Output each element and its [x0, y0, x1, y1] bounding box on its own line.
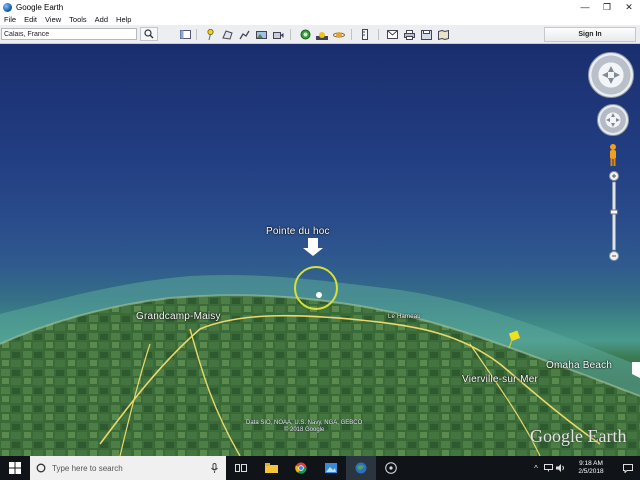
- menu-view[interactable]: View: [41, 15, 65, 24]
- polygon-icon: [221, 29, 233, 40]
- chrome-icon: [295, 462, 307, 474]
- cortana-icon: [36, 463, 46, 473]
- label-le-hameau[interactable]: Le Hameau: [388, 314, 421, 320]
- image-overlay-icon: [255, 30, 267, 39]
- image-overlay-button[interactable]: [254, 28, 268, 41]
- search-input[interactable]: [1, 28, 137, 40]
- show-hidden-icons-button[interactable]: ^: [530, 464, 542, 473]
- label-omaha-beach[interactable]: Omaha Beach: [546, 360, 612, 371]
- menu-tools[interactable]: Tools: [65, 15, 91, 24]
- print-button[interactable]: [402, 28, 416, 41]
- file-explorer-button[interactable]: [256, 456, 286, 480]
- sun-icon: [316, 31, 328, 40]
- print-icon: [403, 29, 415, 40]
- notification-icon: [623, 463, 633, 473]
- google-earth-logo: Google Earth: [530, 426, 627, 446]
- planet-icon: [333, 31, 345, 38]
- email-icon: [386, 30, 398, 39]
- task-view-button[interactable]: [226, 456, 256, 480]
- sign-in-button[interactable]: Sign In: [544, 27, 636, 42]
- title-bar: Google Earth — ❐ ✕: [0, 0, 640, 14]
- label-vierville-sur-mer[interactable]: Vierville-sur-Mer: [462, 374, 538, 385]
- save-image-icon: [420, 29, 432, 40]
- toolbar-separator: [290, 29, 291, 40]
- network-icon[interactable]: [542, 464, 554, 472]
- clock-date: 2/5/2018: [578, 468, 604, 475]
- network-icon-glyph: [543, 464, 553, 472]
- toolbar-separator: [351, 29, 352, 40]
- label-grandcamp-maisy[interactable]: Grandcamp-Maisy: [136, 311, 221, 322]
- windows-logo-icon: [9, 462, 21, 474]
- label-pointe-du-hoc[interactable]: Pointe du hoc: [266, 226, 330, 237]
- compass-icon: [602, 66, 620, 84]
- speaker-icon: [555, 464, 564, 472]
- pushpin-icon: [206, 29, 214, 40]
- imagery-attribution: Data SIO, NOAA, U.S. Navy, NGA, GEBCO © …: [246, 420, 362, 434]
- chrome-button[interactable]: [286, 456, 316, 480]
- window-controls: — ❐ ✕: [574, 0, 640, 14]
- folder-icon: [264, 463, 278, 473]
- historical-imagery-button[interactable]: [298, 28, 312, 41]
- path-icon: [238, 30, 250, 39]
- sunlight-button[interactable]: [315, 28, 329, 41]
- map-view[interactable]: Pointe du hoc Grandcamp-Maisy Le Hameau …: [0, 44, 640, 456]
- maps-view-button[interactable]: [436, 28, 450, 41]
- google-earth-icon: [3, 2, 12, 12]
- email-button[interactable]: [385, 28, 399, 41]
- action-center-button[interactable]: [616, 463, 640, 473]
- menu-bar: File Edit View Tools Add Help: [0, 14, 640, 25]
- minimize-button[interactable]: —: [574, 0, 596, 14]
- google-earth-taskbar-button[interactable]: [346, 456, 376, 480]
- taskbar-search-box[interactable]: Type here to search: [30, 456, 226, 480]
- look-around-control[interactable]: [588, 52, 634, 98]
- task-view-icon: [235, 464, 247, 472]
- system-tray: ^ 9:18 AM 2/5/2018: [530, 456, 640, 480]
- taskbar-search-placeholder: Type here to search: [52, 463, 123, 473]
- close-button[interactable]: ✕: [618, 0, 640, 14]
- search-icon: [144, 29, 154, 39]
- map-icon: [437, 29, 449, 40]
- menu-file[interactable]: File: [0, 15, 20, 24]
- disc-icon: [385, 462, 397, 474]
- zoom-slider[interactable]: [609, 170, 619, 262]
- start-button[interactable]: [0, 456, 30, 480]
- sidebar-icon: [179, 30, 191, 39]
- attribution-line-1: Data SIO, NOAA, U.S. Navy, NGA, GEBCO: [246, 420, 363, 426]
- path-button[interactable]: [237, 28, 251, 41]
- ruler-icon: [362, 29, 368, 40]
- sidebar-toggle-button[interactable]: [178, 28, 192, 41]
- photos-button[interactable]: [316, 456, 346, 480]
- media-player-button[interactable]: [376, 456, 406, 480]
- menu-add[interactable]: Add: [91, 15, 112, 24]
- clock-time: 9:18 AM: [579, 460, 603, 467]
- toolbar: Sign In: [0, 25, 640, 44]
- menu-help[interactable]: Help: [112, 15, 135, 24]
- street-view-pegman-icon[interactable]: [607, 143, 619, 167]
- toolbar-separator: [378, 29, 379, 40]
- globe-icon: [355, 462, 367, 474]
- volume-icon[interactable]: [554, 464, 566, 472]
- clock[interactable]: 9:18 AM 2/5/2018: [566, 460, 616, 476]
- save-image-button[interactable]: [419, 28, 433, 41]
- attribution-line-2: © 2018 Google: [283, 427, 325, 433]
- toolbar-separator: [196, 29, 197, 40]
- record-tour-button[interactable]: [271, 28, 285, 41]
- history-icon: [300, 29, 310, 40]
- move-arrows-icon: [606, 113, 620, 127]
- maximize-button[interactable]: ❐: [596, 0, 618, 14]
- placemark-button[interactable]: [203, 28, 217, 41]
- search-button[interactable]: [140, 27, 158, 41]
- window-title: Google Earth: [16, 2, 64, 12]
- planets-button[interactable]: [332, 28, 346, 41]
- photos-icon: [325, 463, 337, 473]
- polygon-button[interactable]: [220, 28, 234, 41]
- microphone-icon[interactable]: [211, 463, 218, 473]
- move-control[interactable]: [597, 104, 629, 136]
- menu-edit[interactable]: Edit: [20, 15, 41, 24]
- ruler-button[interactable]: [358, 28, 372, 41]
- terrain-layer: [0, 238, 640, 456]
- camera-icon: [272, 31, 283, 39]
- taskbar: Type here to search ^ 9:18 AM 2/5/2018: [0, 456, 640, 480]
